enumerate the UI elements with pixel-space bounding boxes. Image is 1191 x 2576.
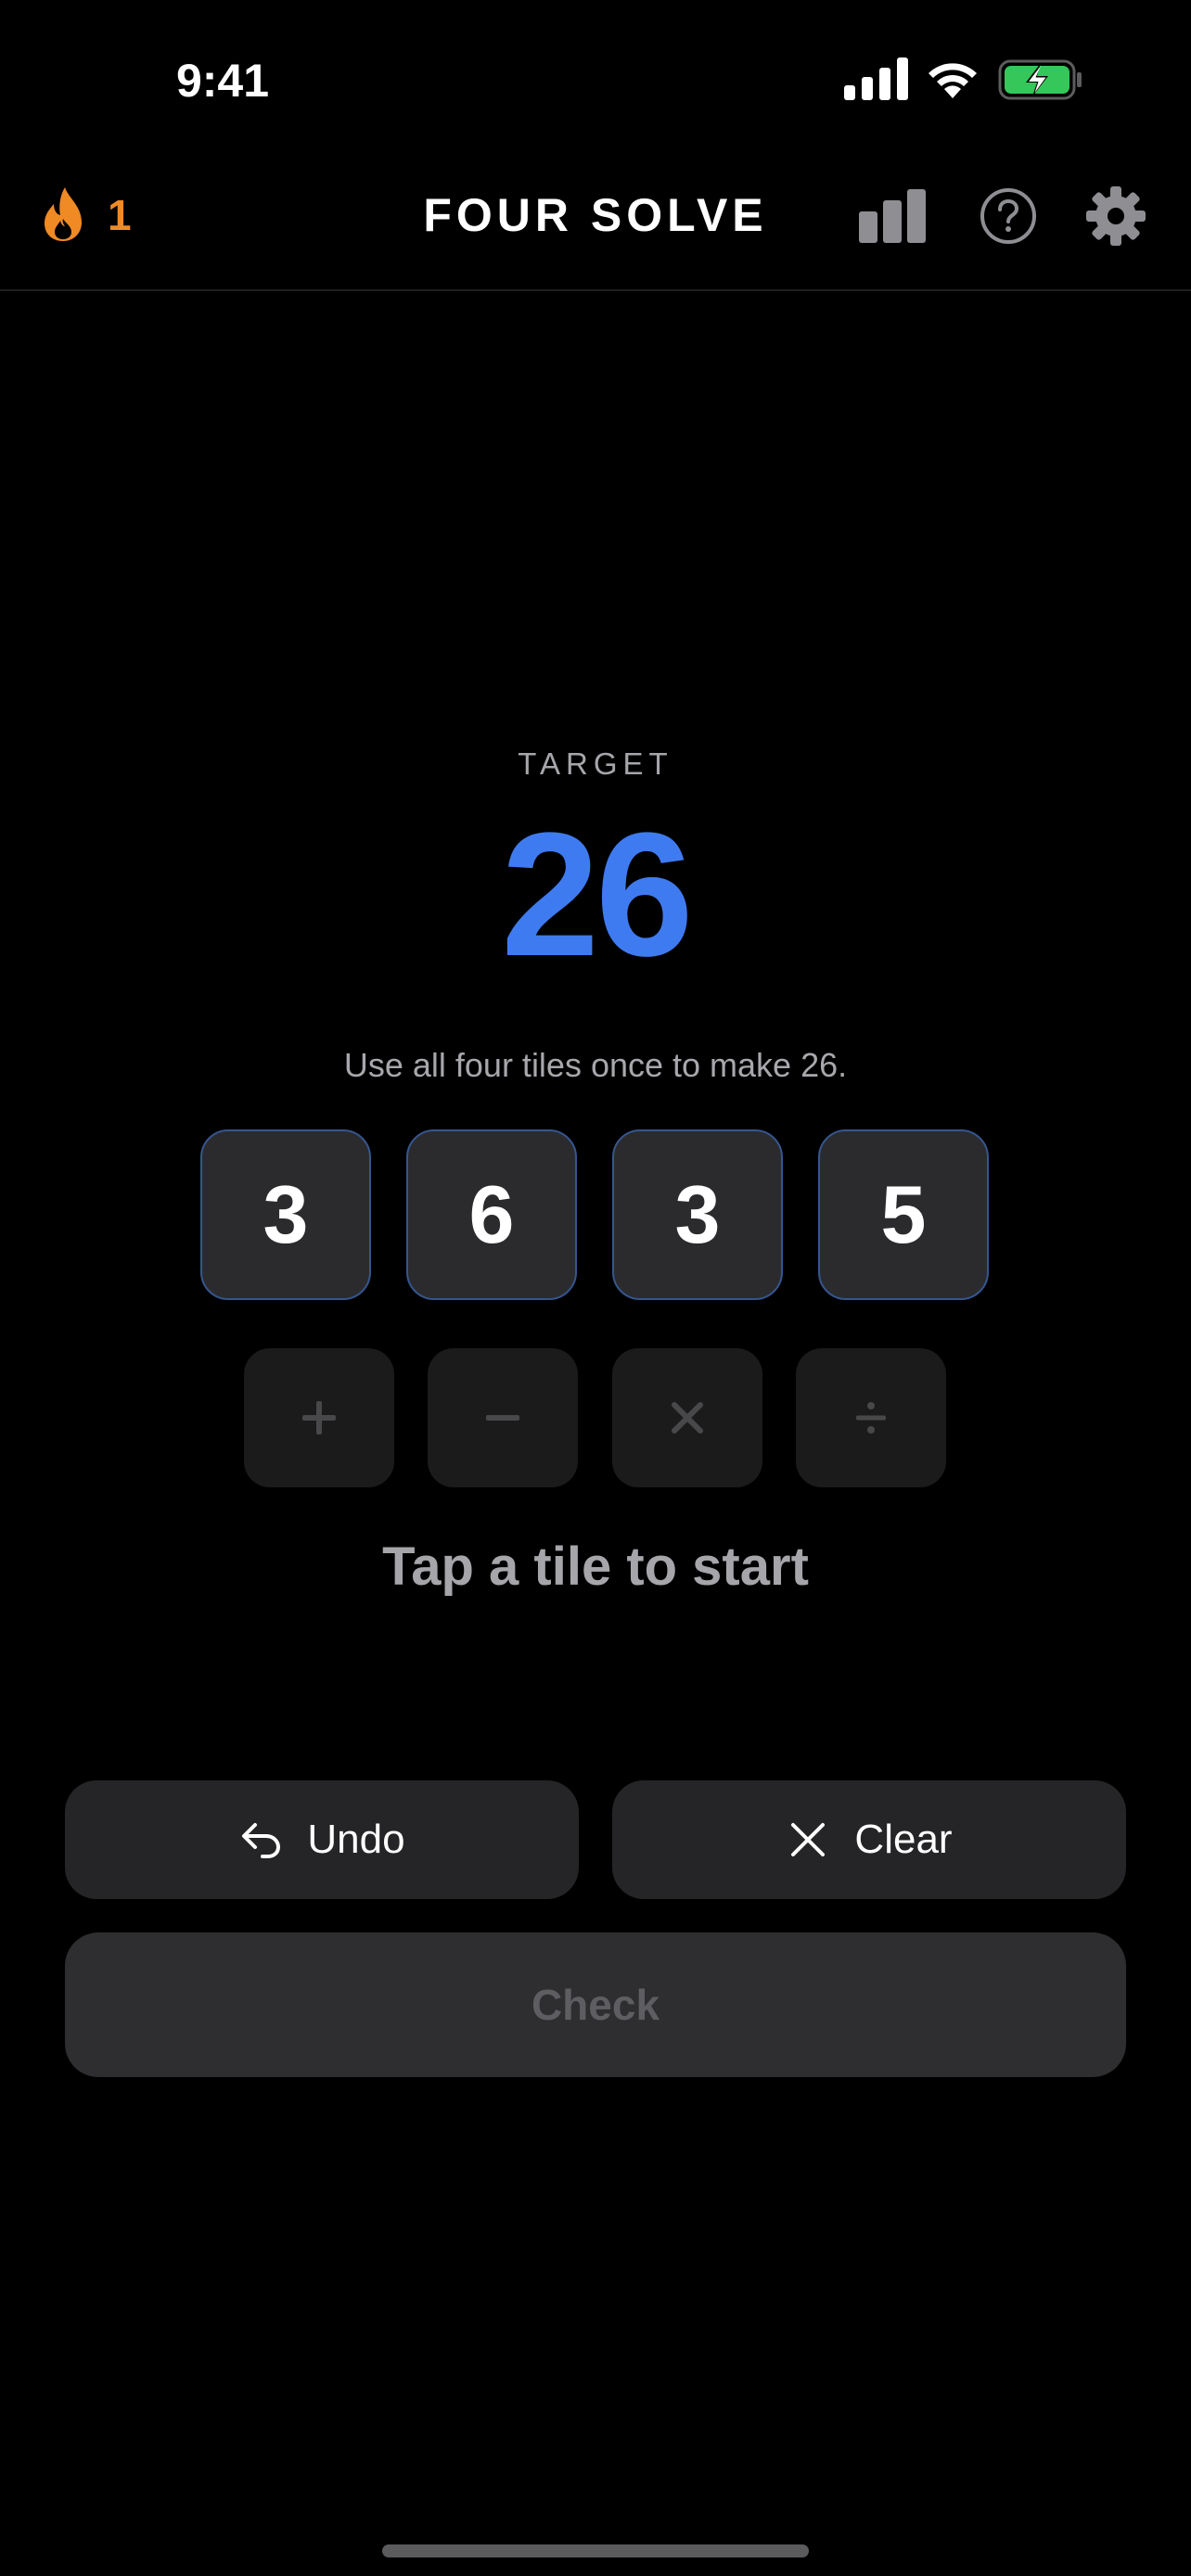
number-tile-2[interactable]: 6 <box>406 1129 577 1300</box>
plus-icon <box>302 1401 336 1435</box>
header-divider <box>0 289 1191 291</box>
divide-button[interactable] <box>796 1348 946 1487</box>
number-tile-3[interactable]: 3 <box>612 1129 783 1300</box>
battery-charging-icon <box>998 59 1082 100</box>
undo-icon <box>242 1823 281 1858</box>
status-time: 9:41 <box>175 55 270 107</box>
undo-label: Undo <box>307 1817 405 1862</box>
minus-button[interactable] <box>428 1348 578 1487</box>
instruction-text: Use all four tiles once to make 26. <box>343 1046 848 1084</box>
plus-button[interactable] <box>244 1348 394 1487</box>
hint-text: Tap a tile to start <box>382 1537 809 1597</box>
help-icon[interactable] <box>980 187 1037 245</box>
minus-icon <box>486 1415 519 1421</box>
streak-count: 1 <box>108 191 132 239</box>
check-label: Check <box>531 1981 660 2029</box>
divide-icon <box>856 1402 886 1434</box>
app-title: FOUR SOLVE <box>423 189 768 241</box>
home-indicator <box>382 2544 809 2557</box>
clear-label: Clear <box>854 1817 953 1862</box>
target-value: 26 <box>501 797 693 993</box>
target-label: TARGET <box>518 746 673 781</box>
multiply-button[interactable] <box>612 1348 762 1487</box>
close-icon <box>791 1823 826 1856</box>
check-button[interactable]: Check <box>65 1932 1126 2077</box>
cellular-signal-icon <box>844 57 908 100</box>
clear-button[interactable]: Clear <box>612 1780 1126 1899</box>
multiply-icon <box>672 1402 703 1434</box>
undo-button[interactable]: Undo <box>65 1780 579 1899</box>
flame-icon <box>45 187 82 241</box>
stats-icon[interactable] <box>857 189 928 243</box>
gear-icon[interactable] <box>1085 185 1146 247</box>
number-tile-4[interactable]: 5 <box>818 1129 989 1300</box>
wifi-icon <box>928 63 977 98</box>
number-tile-1[interactable]: 3 <box>200 1129 371 1300</box>
